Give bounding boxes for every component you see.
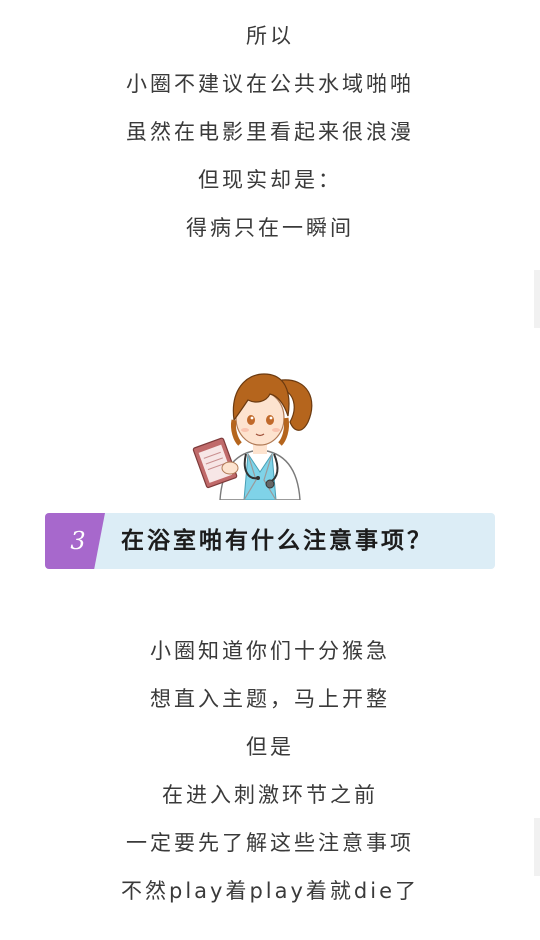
text-line: 一定要先了解这些注意事项 [126,831,414,855]
section-heading: 3 在浴室啪有什么注意事项？ [45,513,495,569]
text-line: 小圈不建议在公共水域啪啪 [126,72,414,96]
text-line: 在进入刺激环节之前 [162,783,378,807]
edge-shadow [534,270,540,328]
top-paragraph: 所以 小圈不建议在公共水域啪啪 虽然在电影里看起来很浪漫 但现实却是： 得病只在… [0,12,540,252]
text-line: 得病只在一瞬间 [186,216,354,240]
text-line: 虽然在电影里看起来很浪漫 [126,120,414,144]
text-line: 想直入主题，马上开整 [150,687,390,711]
text-line: 所以 [246,24,294,48]
bottom-paragraph: 小圈知道你们十分猴急 想直入主题，马上开整 但是 在进入刺激环节之前 一定要先了… [0,627,540,915]
text-line: 但是 [246,735,294,759]
section-title: 在浴室啪有什么注意事项？ [121,528,433,554]
text-line: 小圈知道你们十分猴急 [150,639,390,663]
section-number: 3 [70,527,86,555]
edge-shadow [534,818,540,876]
text-line: 不然play着play着就die了 [120,879,419,903]
doctor-girl-icon [190,360,330,501]
text-line: 但现实却是： [198,168,342,192]
